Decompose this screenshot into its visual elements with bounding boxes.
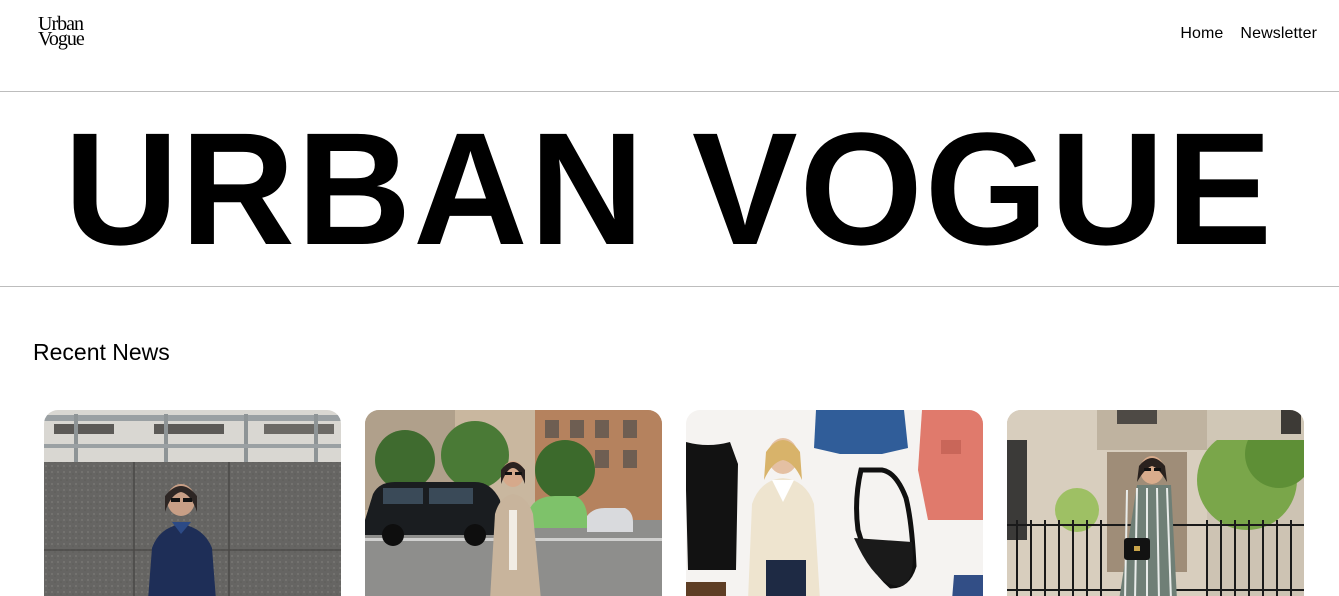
hero-banner: URBAN VOGUE bbox=[0, 92, 1339, 286]
news-card-1[interactable] bbox=[44, 410, 341, 596]
logo-text-line2: Vogue bbox=[38, 28, 85, 50]
news-card-2-image bbox=[365, 410, 662, 596]
news-card-1-image bbox=[44, 410, 341, 596]
news-card-3-image bbox=[686, 410, 983, 596]
news-card-4-image bbox=[1007, 410, 1304, 596]
hero-divider bbox=[0, 286, 1339, 287]
recent-news-heading: Recent News bbox=[33, 339, 170, 365]
urban-vogue-logo[interactable]: Urban Vogue bbox=[38, 14, 98, 55]
top-navigation-bar: Urban Vogue Home Newsletter bbox=[0, 0, 1339, 91]
nav-link-home[interactable]: Home bbox=[1180, 25, 1223, 43]
news-card-2[interactable] bbox=[365, 410, 662, 596]
news-card-4[interactable] bbox=[1007, 410, 1304, 596]
news-card-3[interactable] bbox=[686, 410, 983, 596]
recent-news-grid bbox=[44, 410, 1304, 596]
hero-title: URBAN VOGUE bbox=[64, 99, 1275, 278]
nav-link-newsletter[interactable]: Newsletter bbox=[1240, 25, 1317, 43]
main-nav: Home Newsletter bbox=[1180, 25, 1317, 43]
